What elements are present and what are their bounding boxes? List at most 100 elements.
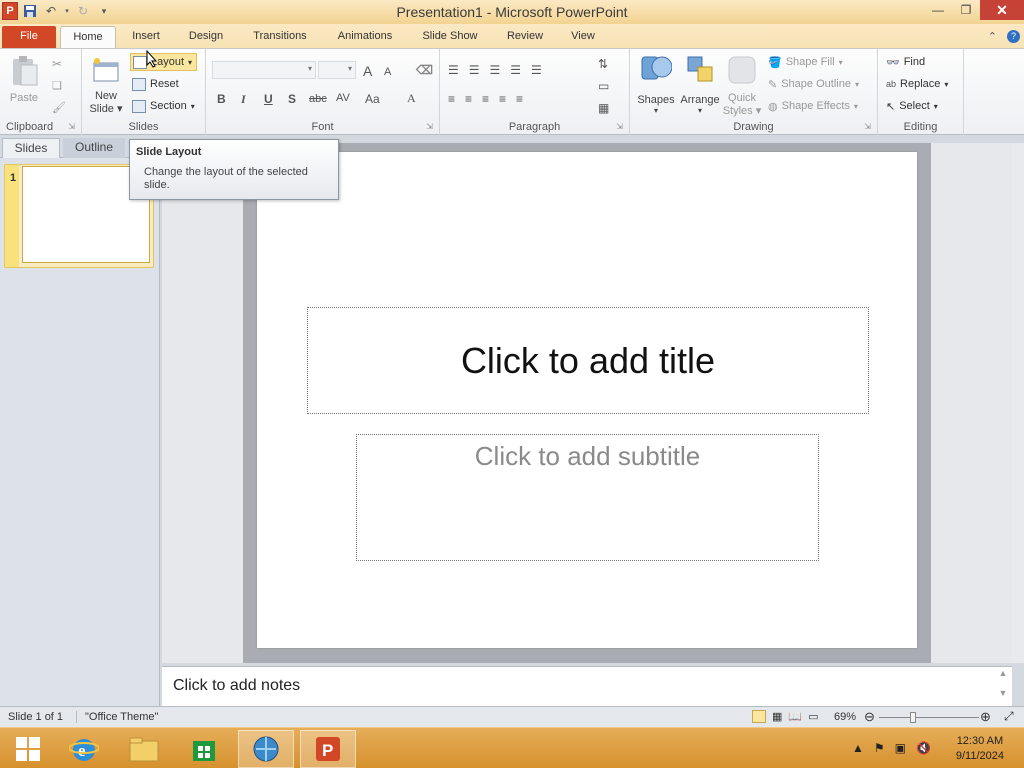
- character-spacing-button[interactable]: AV: [336, 92, 350, 104]
- font-group: ▾ ▾ A A ⌫ B I U S abc AV Aa A Font ⇲: [206, 49, 440, 135]
- section-button[interactable]: Section ▾: [132, 97, 195, 115]
- shapes-icon: [641, 56, 673, 80]
- powerpoint-logo-icon[interactable]: P: [2, 2, 18, 20]
- zoom-level[interactable]: 69%: [834, 711, 856, 723]
- paste-icon: [13, 56, 38, 86]
- vertical-scrollbar[interactable]: [1012, 143, 1024, 663]
- find-button[interactable]: 👓 Find: [886, 53, 925, 71]
- drawing-launcher-icon[interactable]: ⇲: [864, 122, 871, 131]
- drawing-group: Shapes ▾ Arrange ▾ Quick Styles ▾ 🪣 Shape…: [630, 49, 878, 135]
- shape-outline-button[interactable]: ✎ Shape Outline ▾: [768, 75, 859, 93]
- zoom-out-icon[interactable]: ⊖: [864, 709, 875, 725]
- bold-button[interactable]: B: [217, 92, 226, 106]
- shadow-button[interactable]: S: [288, 92, 296, 106]
- grow-font-button[interactable]: A: [363, 63, 372, 79]
- copy-icon[interactable]: ❏: [52, 79, 62, 92]
- list-buttons[interactable]: ☰☰☰☰☰: [448, 63, 552, 77]
- customize-qat-icon[interactable]: ▾: [95, 2, 113, 20]
- tab-animations[interactable]: Animations: [330, 26, 400, 49]
- slides-group: New Slide ▾ Layout ▾ Reset Section ▾ Slide…: [82, 49, 206, 135]
- editing-group: 👓 Find ab Replace ▾ ↖ Select ▾ Editing: [878, 49, 964, 135]
- restore-icon[interactable]: ❐: [952, 0, 980, 20]
- reset-button[interactable]: Reset: [132, 75, 179, 93]
- tab-transitions[interactable]: Transitions: [245, 26, 315, 49]
- tab-slide-show[interactable]: Slide Show: [416, 26, 484, 49]
- mouse-cursor-icon: [146, 50, 158, 68]
- start-button[interactable]: [0, 730, 56, 768]
- text-direction-icons[interactable]: ⇅ ▭ ▦: [598, 53, 609, 119]
- file-explorer-button[interactable]: [116, 730, 172, 768]
- strikethrough-button[interactable]: abc: [309, 93, 327, 105]
- notes-scrollbar[interactable]: ▲ ▼: [996, 668, 1010, 704]
- change-case-button[interactable]: Aa: [365, 92, 380, 106]
- quick-styles-icon: [728, 56, 756, 84]
- minimize-icon[interactable]: —: [924, 0, 952, 20]
- select-button[interactable]: ↖ Select ▾: [886, 97, 938, 115]
- fit-to-window-icon[interactable]: ⤢: [1004, 709, 1014, 724]
- tab-design[interactable]: Design: [183, 26, 229, 49]
- subtitle-placeholder[interactable]: Click to add subtitle: [356, 434, 819, 561]
- clock[interactable]: 12:30 AM 9/11/2024: [956, 734, 1004, 764]
- zoom-in-icon[interactable]: ⊕: [980, 709, 991, 725]
- internet-explorer-button[interactable]: e: [56, 730, 112, 768]
- help-icon[interactable]: ?: [1007, 30, 1020, 43]
- paragraph-launcher-icon[interactable]: ⇲: [616, 122, 623, 131]
- store-button[interactable]: [176, 730, 232, 768]
- normal-view-icon[interactable]: [752, 710, 766, 723]
- theme-name[interactable]: "Office Theme": [76, 711, 158, 723]
- window-title: Presentation1 - Microsoft PowerPoint: [396, 4, 628, 20]
- quick-styles-button[interactable]: Quick Styles ▾: [722, 53, 762, 117]
- reading-view-icon[interactable]: 📖: [788, 710, 802, 723]
- arrange-button[interactable]: Arrange ▾: [678, 53, 722, 115]
- save-icon[interactable]: [21, 2, 39, 20]
- tab-slides[interactable]: Slides: [2, 138, 60, 158]
- slide-sorter-view-icon[interactable]: ▦: [772, 710, 782, 723]
- tab-insert[interactable]: Insert: [124, 26, 168, 49]
- reset-icon: [132, 77, 146, 91]
- undo-icon[interactable]: ↶: [42, 2, 60, 20]
- shape-outline-icon: ✎: [768, 78, 778, 91]
- cut-icon[interactable]: ✂: [52, 57, 62, 71]
- tab-view[interactable]: View: [564, 26, 602, 49]
- tab-review[interactable]: Review: [500, 26, 550, 49]
- powerpoint-icon: P: [316, 737, 340, 761]
- shapes-button[interactable]: Shapes ▾: [634, 53, 678, 115]
- format-painter-icon[interactable]: 🖌: [52, 101, 66, 114]
- clipboard-launcher-icon[interactable]: ⇲: [68, 122, 75, 131]
- notes-pane[interactable]: Click to add notes: [162, 666, 1012, 706]
- undo-dropdown-icon[interactable]: ▾: [63, 2, 71, 20]
- slide-show-view-icon[interactable]: ▭: [808, 710, 818, 723]
- italic-button[interactable]: I: [241, 92, 246, 107]
- clock-time: 12:30 AM: [956, 735, 1004, 747]
- minimize-ribbon-icon[interactable]: ⌃: [988, 30, 997, 43]
- tab-home[interactable]: Home: [60, 26, 116, 49]
- layout-button[interactable]: Layout ▾: [130, 53, 198, 71]
- font-size-box[interactable]: ▾: [318, 61, 356, 79]
- network-app-button[interactable]: [238, 730, 294, 768]
- tab-file[interactable]: File: [2, 26, 56, 49]
- shape-fill-button[interactable]: 🪣 Shape Fill ▾: [768, 53, 843, 71]
- show-hidden-icons-icon[interactable]: ▲: [852, 741, 864, 755]
- tab-outline[interactable]: Outline: [63, 138, 125, 158]
- zoom-slider[interactable]: [879, 717, 979, 718]
- redo-icon[interactable]: ↻: [74, 2, 92, 20]
- network-icon[interactable]: ▣: [895, 741, 906, 755]
- alignment-buttons[interactable]: ≡≡≡≡≡: [448, 92, 533, 106]
- close-icon[interactable]: ✕: [980, 0, 1024, 20]
- action-center-flag-icon[interactable]: ⚑: [874, 741, 885, 755]
- font-launcher-icon[interactable]: ⇲: [426, 122, 433, 131]
- tooltip-description: Change the layout of the selected slide.: [144, 166, 308, 191]
- new-slide-button[interactable]: New Slide ▾: [88, 55, 124, 115]
- volume-muted-icon[interactable]: 🔇: [916, 741, 931, 755]
- paste-button[interactable]: Paste: [6, 55, 42, 104]
- font-color-button[interactable]: A: [407, 91, 416, 106]
- powerpoint-taskbar-button[interactable]: P: [300, 730, 356, 768]
- clear-formatting-icon[interactable]: ⌫: [416, 63, 433, 77]
- shape-effects-button[interactable]: ◍ Shape Effects ▾: [768, 97, 858, 115]
- font-name-box[interactable]: ▾: [212, 61, 316, 79]
- underline-button[interactable]: U: [264, 92, 273, 106]
- shrink-font-button[interactable]: A: [384, 66, 391, 78]
- title-placeholder[interactable]: Click to add title: [307, 307, 869, 414]
- zoom-slider-thumb[interactable]: [910, 712, 916, 723]
- replace-button[interactable]: ab Replace ▾: [886, 75, 948, 93]
